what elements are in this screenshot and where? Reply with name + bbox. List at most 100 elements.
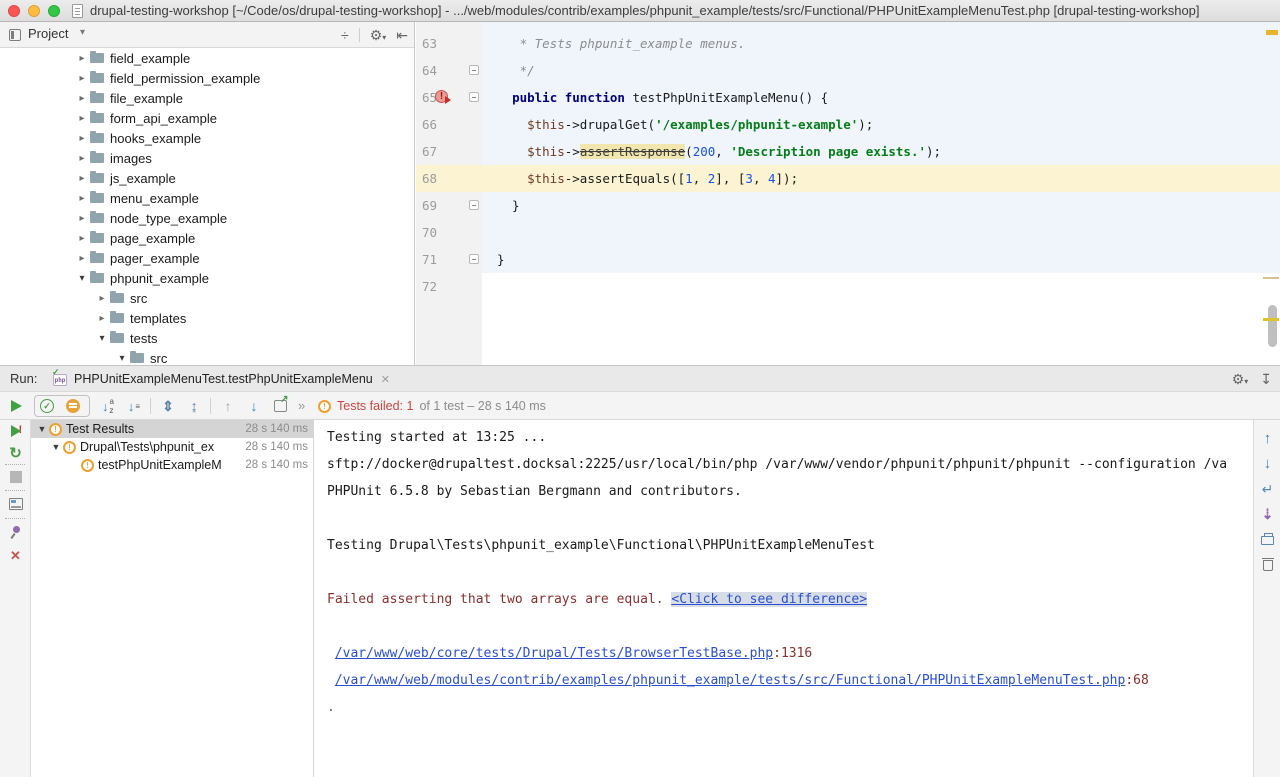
- scroll-to-end-icon[interactable]: ⇣: [1254, 504, 1280, 524]
- expand-arrow-icon[interactable]: ▸: [74, 233, 90, 244]
- line-number[interactable]: 63: [422, 30, 446, 57]
- pin-tab-icon[interactable]: [0, 523, 31, 541]
- run-panel-gear-icon[interactable]: ⚙▾: [1232, 372, 1249, 386]
- tree-item-file_example[interactable]: ▸file_example: [0, 88, 414, 108]
- tree-item-images[interactable]: ▸images: [0, 148, 414, 168]
- code-line-63[interactable]: 63 * Tests phpunit_example menus.: [416, 30, 1280, 57]
- tree-item-field_example[interactable]: ▸field_example: [0, 48, 414, 68]
- project-view-dropdown-icon[interactable]: ▾: [80, 27, 85, 38]
- test-tree-row-1[interactable]: ▼!Drupal\Tests\phpunit_ex28 s 140 ms: [31, 438, 313, 456]
- tree-item-templates[interactable]: ▸templates: [0, 308, 414, 328]
- gear-icon[interactable]: ⚙▾: [370, 28, 387, 42]
- code-line-71[interactable]: 71}: [416, 246, 1280, 273]
- test-tree-row-0[interactable]: ▼!Test Results28 s 140 ms: [31, 420, 313, 438]
- close-tab-icon[interactable]: ✕: [381, 373, 390, 386]
- line-number[interactable]: 66: [422, 111, 446, 138]
- expand-arrow-icon[interactable]: ▸: [74, 133, 90, 144]
- line-number[interactable]: 67: [422, 138, 446, 165]
- tree-item-hooks_example[interactable]: ▸hooks_example: [0, 128, 414, 148]
- fold-marker-icon[interactable]: [469, 254, 479, 264]
- expand-all-icon[interactable]: ⇕: [158, 392, 178, 420]
- show-ignored-icon[interactable]: [63, 392, 83, 420]
- more-actions-icon[interactable]: »: [298, 392, 305, 420]
- stacktrace-file-link[interactable]: /var/www/web/core/tests/Drupal/Tests/Bro…: [335, 646, 773, 661]
- collapse-arrow-icon[interactable]: ▾: [74, 273, 90, 284]
- run-configuration-tab[interactable]: php✓ PHPUnitExampleMenuTest.testPhpUnitE…: [44, 366, 398, 392]
- code-line-69[interactable]: 69 }: [416, 192, 1280, 219]
- expand-arrow-icon[interactable]: ▸: [74, 253, 90, 264]
- scrollbar-warning-mark[interactable]: [1263, 277, 1279, 279]
- tree-item-src[interactable]: ▸src: [0, 288, 414, 308]
- expand-arrow-icon[interactable]: ▸: [74, 113, 90, 124]
- line-number[interactable]: 71: [422, 246, 446, 273]
- collapse-all-icon[interactable]: ÷: [341, 28, 349, 42]
- rerun-button[interactable]: [6, 392, 26, 420]
- project-panel-title[interactable]: Project: [28, 26, 68, 41]
- collapse-arrow-icon[interactable]: ▾: [94, 333, 110, 344]
- code-line-68[interactable]: 68 $this->assertEquals([1, 2], [3, 4]);: [416, 165, 1280, 192]
- sort-by-duration-icon[interactable]: ↓≡: [124, 392, 144, 420]
- line-number[interactable]: 72: [422, 273, 446, 300]
- line-number[interactable]: 69: [422, 192, 446, 219]
- expand-arrow-icon[interactable]: ▸: [94, 313, 110, 324]
- collapse-arrow-icon[interactable]: ▼: [35, 424, 49, 434]
- import-test-results-icon[interactable]: [270, 392, 290, 420]
- fold-marker-icon[interactable]: [469, 65, 479, 75]
- inspection-status-indicator[interactable]: [1266, 30, 1278, 35]
- expand-arrow-icon[interactable]: ▸: [74, 153, 90, 164]
- titlebar[interactable]: drupal-testing-workshop [~/Code/os/drupa…: [0, 0, 1280, 22]
- tree-item-pager_example[interactable]: ▸pager_example: [0, 248, 414, 268]
- code-line-67[interactable]: 67 $this->assertResponse(200, 'Descripti…: [416, 138, 1280, 165]
- code-line-72[interactable]: 72: [416, 273, 1280, 300]
- stacktrace-file-link[interactable]: /var/www/web/modules/contrib/examples/ph…: [335, 673, 1126, 688]
- tree-item-page_example[interactable]: ▸page_example: [0, 228, 414, 248]
- sort-alphabetically-icon[interactable]: ↓az: [98, 392, 118, 420]
- clear-all-icon[interactable]: [1254, 554, 1280, 574]
- toggle-auto-test-icon[interactable]: ↻: [0, 444, 31, 462]
- see-difference-link[interactable]: <Click to see difference>: [671, 592, 867, 607]
- zoom-window-button[interactable]: [48, 5, 60, 17]
- code-line-70[interactable]: 70: [416, 219, 1280, 246]
- rerun-failed-tests-icon[interactable]: [0, 422, 31, 440]
- line-number[interactable]: 64: [422, 57, 446, 84]
- close-window-button[interactable]: [8, 5, 20, 17]
- code-line-65[interactable]: 65! public function testPhpUnitExampleMe…: [416, 84, 1280, 111]
- hide-run-panel-icon[interactable]: ↧: [1260, 372, 1272, 386]
- hide-panel-icon[interactable]: ⇤: [396, 28, 408, 42]
- tree-item-src[interactable]: ▾src: [0, 348, 414, 365]
- expand-arrow-icon[interactable]: ▸: [94, 293, 110, 304]
- tree-item-phpunit_example[interactable]: ▾phpunit_example: [0, 268, 414, 288]
- up-the-stack-trace-icon[interactable]: ↑: [1254, 428, 1280, 448]
- line-number[interactable]: 68: [422, 165, 446, 192]
- expand-arrow-icon[interactable]: ▸: [74, 93, 90, 104]
- test-console[interactable]: Testing started at 13:25 ...sftp://docke…: [313, 420, 1253, 777]
- minimize-window-button[interactable]: [28, 5, 40, 17]
- code-line-64[interactable]: 64 */: [416, 57, 1280, 84]
- line-number[interactable]: 70: [422, 219, 446, 246]
- previous-failed-test-icon[interactable]: ↑: [218, 392, 238, 420]
- collapse-arrow-icon[interactable]: ▾: [114, 353, 130, 364]
- soft-wrap-icon[interactable]: ↵: [1254, 479, 1280, 499]
- show-passed-icon[interactable]: ✓: [37, 392, 57, 420]
- expand-arrow-icon[interactable]: ▸: [74, 193, 90, 204]
- test-tree-row-2[interactable]: !testPhpUnitExampleM28 s 140 ms: [31, 456, 313, 474]
- expand-arrow-icon[interactable]: ▸: [74, 213, 90, 224]
- close-run-panel-icon[interactable]: ✕: [0, 547, 31, 565]
- expand-arrow-icon[interactable]: ▸: [74, 173, 90, 184]
- tree-item-node_type_example[interactable]: ▸node_type_example: [0, 208, 414, 228]
- code-editor[interactable]: 63 * Tests phpunit_example menus.64 */65…: [416, 22, 1280, 365]
- print-icon[interactable]: [1254, 529, 1280, 549]
- editor-scrollbar-thumb[interactable]: [1268, 305, 1277, 347]
- stop-button[interactable]: [0, 468, 31, 486]
- scrollbar-warning-mark-2[interactable]: [1263, 318, 1279, 321]
- failed-test-run-icon[interactable]: !: [435, 90, 448, 103]
- code-line-66[interactable]: 66 $this->drupalGet('/examples/phpunit-e…: [416, 111, 1280, 138]
- tree-item-tests[interactable]: ▾tests: [0, 328, 414, 348]
- tree-item-field_permission_example[interactable]: ▸field_permission_example: [0, 68, 414, 88]
- tree-item-menu_example[interactable]: ▸menu_example: [0, 188, 414, 208]
- tree-item-form_api_example[interactable]: ▸form_api_example: [0, 108, 414, 128]
- fold-marker-icon[interactable]: [469, 92, 479, 102]
- down-the-stack-trace-icon[interactable]: ↓: [1254, 453, 1280, 473]
- tree-item-js_example[interactable]: ▸js_example: [0, 168, 414, 188]
- collapse-all-icon[interactable]: ↨: [184, 392, 204, 420]
